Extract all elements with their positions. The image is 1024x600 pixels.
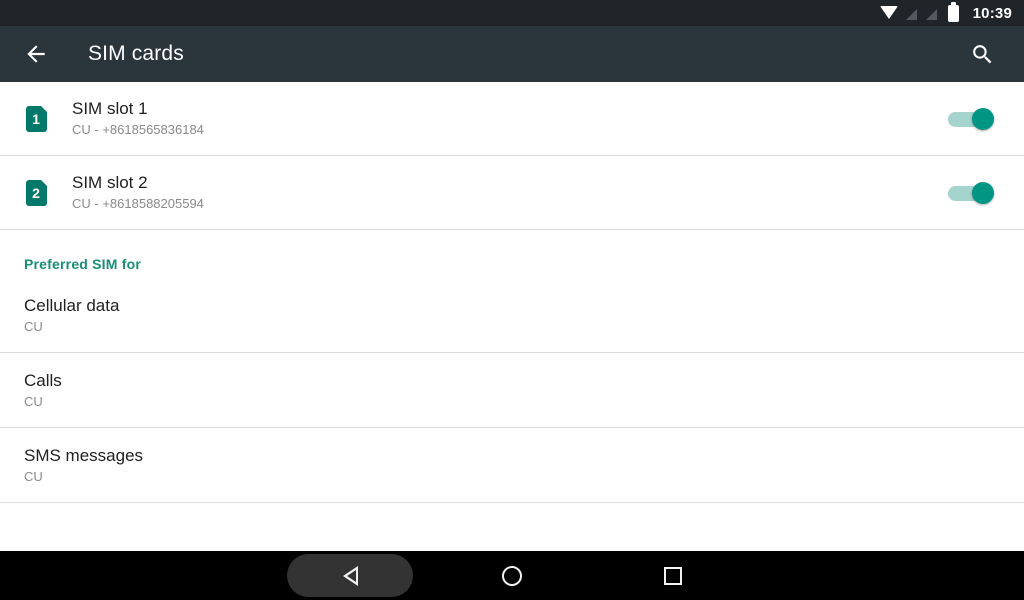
wifi-icon <box>879 5 898 19</box>
system-navigation-bar <box>0 551 1024 600</box>
cellular-data-value: CU <box>24 319 43 334</box>
status-bar-icons: 10:39 <box>879 1 1012 22</box>
battery-icon <box>947 1 959 22</box>
settings-content: 1 SIM slot 1 CU - +8618565836184 2 SIM s… <box>0 82 1024 551</box>
signal-sim1-icon <box>905 8 918 21</box>
search-icon <box>972 44 991 63</box>
calls-value: CU <box>24 394 43 409</box>
divider <box>0 502 1024 503</box>
sms-messages-title: SMS messages <box>24 446 144 465</box>
sim-slot-2-toggle[interactable] <box>946 181 1000 204</box>
sim-slot-1-badge-wrap: 1 <box>0 105 72 132</box>
sim-slot-1-row[interactable]: 1 SIM slot 1 CU - +8618565836184 <box>0 82 1024 155</box>
back-button[interactable] <box>8 26 64 82</box>
sim-slot-2-text: SIM slot 2 CU - +8618588205594 <box>72 172 946 213</box>
recents-icon <box>664 566 682 585</box>
calls-row[interactable]: Calls CU <box>0 353 1024 427</box>
sim-slot-2-subtitle: CU - +8618588205594 <box>72 196 204 211</box>
sim-slot-2-title: SIM slot 2 <box>72 173 148 192</box>
sim-slot-1-text: SIM slot 1 CU - +8618565836184 <box>72 98 946 139</box>
sim-slot-1-toggle[interactable] <box>946 107 1000 130</box>
nav-recents-button[interactable] <box>643 551 703 600</box>
sms-messages-value: CU <box>24 469 43 484</box>
page-title: SIM cards <box>88 42 184 65</box>
status-bar-clock: 10:39 <box>972 4 1012 22</box>
back-icon <box>342 565 358 586</box>
status-bar: 10:39 <box>0 0 1024 26</box>
sim-card-2-icon: 2 <box>25 179 47 206</box>
sim-slot-2-toggle-thumb <box>972 181 994 204</box>
sim-slot-2-row[interactable]: 2 SIM slot 2 CU - +8618588205594 <box>0 156 1024 229</box>
calls-title: Calls <box>24 371 62 390</box>
sim-slot-1-subtitle: CU - +8618565836184 <box>72 122 204 137</box>
preferred-sim-section-label: Preferred SIM for <box>24 256 141 272</box>
nav-back-button[interactable] <box>320 551 380 600</box>
cellular-data-row[interactable]: Cellular data CU <box>0 278 1024 352</box>
cellular-data-title: Cellular data <box>24 296 120 315</box>
sim-card-1-icon: 1 <box>25 105 47 132</box>
preferred-sim-section-header: Preferred SIM for <box>0 230 1024 278</box>
sim-slot-1-toggle-thumb <box>972 107 994 130</box>
signal-sim2-icon <box>925 8 938 21</box>
arrow-back-icon <box>27 45 45 63</box>
search-button[interactable] <box>954 26 1010 82</box>
home-icon <box>502 565 522 586</box>
sms-messages-row[interactable]: SMS messages CU <box>0 428 1024 502</box>
app-bar: SIM cards <box>0 26 1024 82</box>
nav-home-button[interactable] <box>482 551 542 600</box>
sim-slot-1-title: SIM slot 1 <box>72 99 148 118</box>
sim-slot-2-badge-wrap: 2 <box>0 179 72 206</box>
android-sim-cards-settings-screen: 10:39 SIM cards 1 SIM slot 1 CU - +86185… <box>0 0 1024 600</box>
